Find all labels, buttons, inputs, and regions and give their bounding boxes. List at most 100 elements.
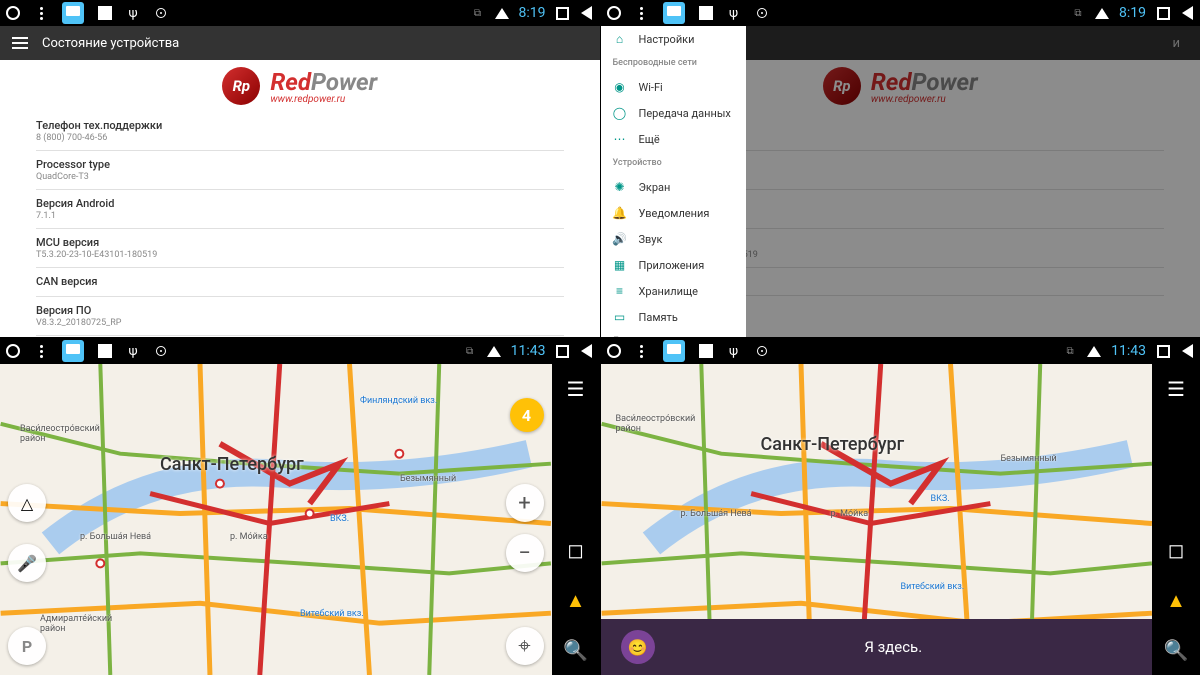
parking-button[interactable]: P [8, 627, 46, 665]
district-label: Васи́леостро́вский район [616, 414, 696, 434]
search-icon[interactable]: 🔍 [1165, 639, 1187, 661]
clock: 11:43 [1111, 343, 1146, 359]
drawer-item-wifi[interactable]: ◉Wi-Fi [601, 74, 746, 100]
locate-button[interactable]: ⌖ [506, 627, 544, 665]
district-label: Безымянный [400, 474, 456, 484]
drawer-item-more[interactable]: ⋯Ещё [601, 126, 746, 152]
gallery-icon[interactable] [699, 344, 713, 358]
navigate-icon[interactable]: ▲ [1165, 589, 1187, 611]
wifi-icon [1095, 8, 1109, 19]
drawer-header: Беспроводные сети [601, 52, 746, 74]
drawer-item-storage[interactable]: ≡Хранилище [601, 278, 746, 304]
home-circle-icon[interactable] [607, 6, 621, 20]
recents-icon[interactable] [556, 344, 570, 358]
voice-assistant-panel[interactable]: 😊 Я здесь. [601, 619, 1153, 675]
status-bar: 11:43 [601, 338, 1200, 364]
pane-device-status: 8:19 Состояние устройства Rp RedPower ww… [0, 0, 600, 337]
river-label: р. Мо́йка [831, 509, 869, 519]
device-info-list: Телефон тех.поддержки8 (800) 700-46-56 P… [0, 112, 600, 336]
clock: 8:19 [519, 5, 546, 21]
map-sidebar: ☰ ◻ ▲ 🔍 [1152, 364, 1200, 675]
poi-label: ВКЗ. [931, 494, 950, 504]
back-icon[interactable] [580, 344, 594, 358]
location-icon [154, 344, 168, 358]
map-canvas[interactable]: Санкт-Петербург Васи́леостро́вский район… [0, 364, 552, 675]
search-icon[interactable]: 🔍 [565, 639, 587, 661]
gallery-icon[interactable] [98, 6, 112, 20]
menu-dots-icon[interactable] [635, 344, 649, 358]
drawer-item-display[interactable]: ✺Экран [601, 174, 746, 200]
navigate-icon[interactable]: ▲ [565, 589, 587, 611]
menu-dots-icon[interactable] [635, 6, 649, 20]
district-label: Безымянный [1001, 454, 1057, 464]
status-bar: 11:43 [0, 338, 600, 364]
data-icon: ◯ [613, 106, 627, 120]
city-label: Санкт-Петербург [160, 454, 304, 475]
drawer-item-settings[interactable]: ⌂Настройки [601, 26, 746, 52]
home-circle-icon[interactable] [6, 6, 20, 20]
pane-settings-drawer: 8:19 и Rp RedPowerwww.redpower.ru T5.3.2… [601, 0, 1200, 337]
hamburger-icon[interactable] [12, 37, 28, 49]
zoom-out-button[interactable]: − [506, 534, 544, 572]
city-label: Санкт-Петербург [761, 434, 905, 455]
back-icon[interactable] [580, 6, 594, 20]
info-row[interactable]: Версия ПОV8.3.2_20180725_RP [36, 297, 564, 336]
poi-label: Финляндский вкз. [360, 396, 437, 406]
app-icon[interactable] [663, 340, 685, 362]
drawer-item-apps[interactable]: ▦Приложения [601, 252, 746, 278]
wifi-icon [495, 8, 509, 19]
drawer-item-sound[interactable]: 🔊Звук [601, 226, 746, 252]
menu-icon[interactable]: ☰ [565, 378, 587, 400]
river-label: р. Больша́я Нева́ [80, 532, 151, 542]
poi-label: Витебский вкз. [901, 582, 965, 592]
bookmark-icon[interactable]: ◻ [1165, 539, 1187, 561]
bookmark-icon[interactable]: ◻ [565, 539, 587, 561]
recents-icon[interactable] [1156, 344, 1170, 358]
home-icon: ⌂ [613, 32, 627, 46]
app-icon[interactable] [62, 340, 84, 362]
menu-dots-icon[interactable] [34, 344, 48, 358]
clock: 8:19 [1119, 5, 1146, 21]
home-circle-icon[interactable] [607, 344, 621, 358]
back-icon[interactable] [1180, 344, 1194, 358]
recents-icon[interactable] [556, 6, 570, 20]
sound-icon: 🔊 [613, 232, 627, 246]
app-icon[interactable] [62, 2, 84, 24]
info-row[interactable]: Версия Android7.1.1 [36, 190, 564, 229]
poi-label: Витебский вкз. [300, 609, 364, 619]
bluetooth-icon [1063, 344, 1077, 358]
usb-icon [727, 6, 741, 20]
clock: 11:43 [511, 343, 546, 359]
home-circle-icon[interactable] [6, 344, 20, 358]
gallery-icon[interactable] [699, 6, 713, 20]
info-row[interactable]: MCU версияT5.3.20-23-10-E43101-180519 [36, 229, 564, 268]
info-row[interactable]: Телефон тех.поддержки8 (800) 700-46-56 [36, 112, 564, 151]
status-bar: 8:19 [601, 0, 1200, 26]
drawer-item-data[interactable]: ◯Передача данных [601, 100, 746, 126]
voice-search-button[interactable]: 🎤 [8, 544, 46, 582]
add-event-button[interactable]: △ [8, 484, 46, 522]
title-bar: Состояние устройства [0, 26, 600, 60]
drawer-item-memory[interactable]: ▭Память [601, 304, 746, 330]
alice-avatar-icon[interactable]: 😊 [621, 630, 655, 664]
info-row[interactable]: Processor typeQuadCore-T3 [36, 151, 564, 190]
memory-icon: ▭ [613, 310, 627, 324]
menu-icon[interactable]: ☰ [1165, 378, 1187, 400]
info-row[interactable]: CAN версия [36, 268, 564, 297]
display-icon: ✺ [613, 180, 627, 194]
traffic-level-badge[interactable]: 4 [510, 398, 544, 432]
recents-icon[interactable] [1156, 6, 1170, 20]
zoom-in-button[interactable]: + [506, 484, 544, 522]
back-icon[interactable] [1180, 6, 1194, 20]
app-icon[interactable] [663, 2, 685, 24]
bluetooth-icon [463, 344, 477, 358]
district-label: Васи́леостро́вский район [20, 424, 100, 444]
drawer-item-notifications[interactable]: 🔔Уведомления [601, 200, 746, 226]
river-label: р. Мо́йка [230, 532, 268, 542]
apps-icon: ▦ [613, 258, 627, 272]
pane-navigator: 11:43 Санкт-Петербург Васи́леостро́вск [0, 338, 600, 675]
usb-icon [727, 344, 741, 358]
gallery-icon[interactable] [98, 344, 112, 358]
map-canvas[interactable]: Санкт-Петербург Васи́леостро́вский район… [601, 364, 1153, 675]
menu-dots-icon[interactable] [34, 6, 48, 20]
